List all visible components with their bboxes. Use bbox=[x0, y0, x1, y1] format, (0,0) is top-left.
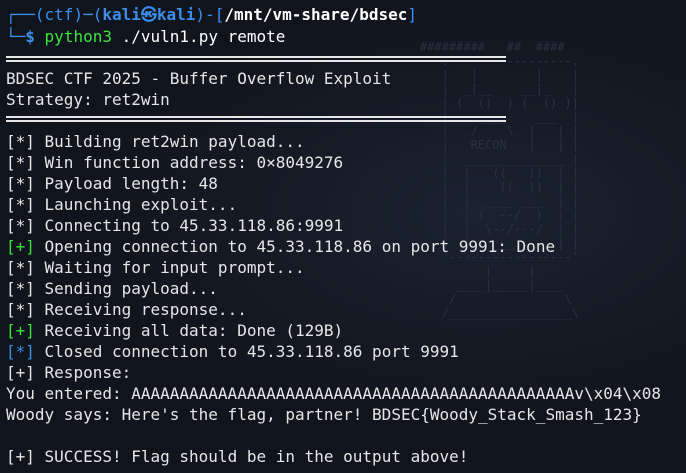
prompt-host: kali bbox=[156, 5, 196, 24]
log-tag: [*] bbox=[6, 258, 35, 277]
prompt-at-icon: ㉿ bbox=[140, 5, 157, 24]
log-text: Receiving all data: Done (129B) bbox=[34, 321, 344, 340]
success-line: [+] SUCCESS! Flag should be in the outpu… bbox=[6, 446, 468, 467]
log-text: Launching exploit... bbox=[34, 195, 238, 214]
log-line: [+] Response: bbox=[6, 362, 131, 383]
output-flag: Woody says: Here's the flag, partner! BD… bbox=[6, 405, 642, 424]
prompt-dollar: $ bbox=[25, 27, 35, 46]
log-line: [*] Waiting for input prompt... bbox=[6, 257, 305, 278]
prompt-path: /mnt/vm-share/bdsec bbox=[224, 5, 408, 24]
log-line: [*] Launching exploit... bbox=[6, 194, 237, 215]
log-text: Connecting to 45.33.118.86:9991 bbox=[34, 216, 344, 235]
banner-title: BDSEC CTF 2025 - Buffer Overflow Exploit bbox=[6, 69, 392, 88]
log-line: [*] Win function address: 0×8049276 bbox=[6, 152, 343, 173]
output-entered: You entered: AAAAAAAAAAAAAAAAAAAAAAAAAAA… bbox=[6, 384, 662, 403]
log-line: [+] Receiving all data: Done (129B) bbox=[6, 320, 343, 341]
log-text: Closed connection to 45.33.118.86 port 9… bbox=[34, 342, 459, 361]
log-text: Waiting for input prompt... bbox=[34, 258, 305, 277]
success-tag: [+] bbox=[6, 447, 35, 466]
log-line: [*] Receiving response... bbox=[6, 299, 247, 320]
log-text: Sending payload... bbox=[34, 279, 218, 298]
log-tag: [*] bbox=[6, 195, 35, 214]
prompt-env: (ctf) bbox=[34, 5, 84, 24]
log-tag: [*] bbox=[6, 153, 35, 172]
log-tag: [+] bbox=[6, 237, 35, 256]
log-line: [*] Closed connection to 45.33.118.86 po… bbox=[6, 341, 459, 362]
command-args: ./vuln1.py remote bbox=[121, 27, 286, 46]
log-tag: [*] bbox=[6, 342, 35, 361]
log-text: Payload length: 48 bbox=[34, 174, 218, 193]
success-text: SUCCESS! Flag should be in the output ab… bbox=[34, 447, 469, 466]
prompt-line-2: └─$ python3 ./vuln1.py remote bbox=[6, 27, 286, 46]
log-tag: [*] bbox=[6, 174, 35, 193]
log-tag: [*] bbox=[6, 216, 35, 235]
prompt-user: kali bbox=[102, 5, 141, 24]
log-tag: [+] bbox=[6, 363, 35, 382]
command-binary: python3 bbox=[44, 27, 112, 46]
log-tag: [+] bbox=[6, 321, 35, 340]
banner-rule-bottom bbox=[6, 116, 506, 122]
log-line: [*] Building ret2win payload... bbox=[6, 131, 305, 152]
log-line: [*] Connecting to 45.33.118.86:9991 bbox=[6, 215, 343, 236]
log-text: Opening connection to 45.33.118.86 on po… bbox=[34, 237, 556, 256]
log-text: Win function address: 0×8049276 bbox=[34, 153, 344, 172]
log-text: Response: bbox=[34, 363, 132, 382]
banner-rule-top bbox=[6, 56, 506, 62]
log-tag: [*] bbox=[6, 132, 35, 151]
banner-strategy: Strategy: ret2win bbox=[6, 90, 170, 109]
log-text: Receiving response... bbox=[34, 300, 247, 319]
terminal-window[interactable]: ######### ## #### .-----------------. | … bbox=[0, 0, 686, 473]
prompt-line-1: ┌──(ctf)─(kali㉿kali)-[/mnt/vm-share/bdse… bbox=[6, 5, 417, 24]
log-text: Building ret2win payload... bbox=[34, 132, 305, 151]
log-line: [*] Payload length: 48 bbox=[6, 173, 218, 194]
log-line: [+] Opening connection to 45.33.118.86 o… bbox=[6, 236, 555, 257]
log-tag: [*] bbox=[6, 300, 35, 319]
log-line: [*] Sending payload... bbox=[6, 278, 218, 299]
log-tag: [*] bbox=[6, 279, 35, 298]
